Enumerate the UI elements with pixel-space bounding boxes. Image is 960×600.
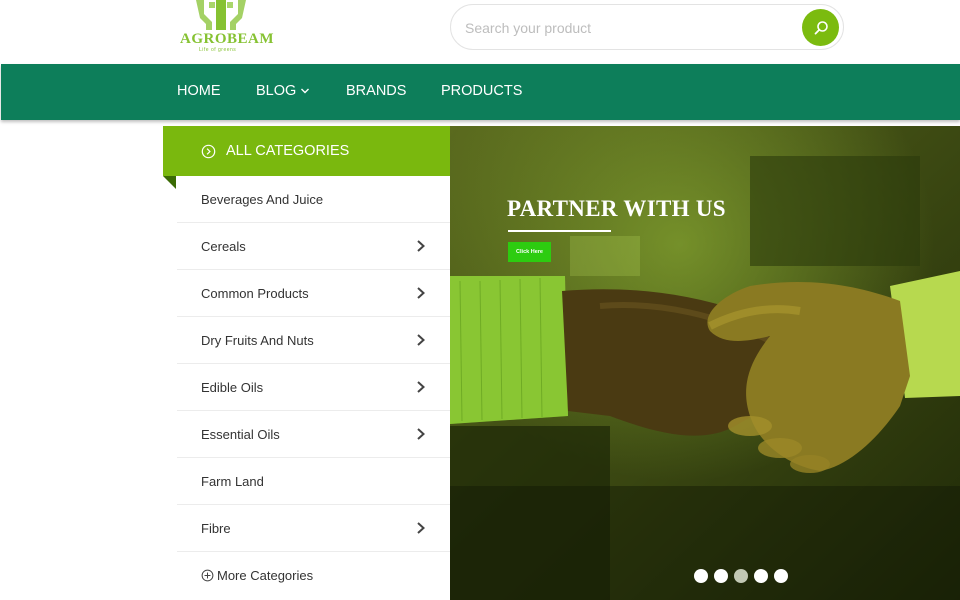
slider-dot-5[interactable] — [774, 569, 788, 583]
search-input[interactable] — [465, 16, 785, 40]
more-categories-link[interactable]: More Categories — [201, 568, 313, 583]
nav-home[interactable]: HOME — [177, 83, 221, 99]
category-item-farm-land[interactable]: Farm Land — [177, 458, 450, 505]
chevron-right-icon — [417, 334, 425, 346]
chevron-right-icon — [417, 240, 425, 252]
chevron-right-icon — [417, 428, 425, 440]
category-label: Common Products — [201, 286, 309, 301]
all-categories-label: ALL CATEGORIES — [226, 143, 350, 159]
chevron-down-icon — [301, 88, 310, 94]
category-label: Fibre — [201, 521, 231, 536]
search-bar — [450, 4, 844, 50]
slider-dot-4[interactable] — [754, 569, 768, 583]
category-item-cereals[interactable]: Cereals — [177, 223, 450, 270]
nav-products[interactable]: PRODUCTS — [441, 83, 522, 99]
circle-arrow-right-icon — [201, 144, 216, 158]
category-label: Cereals — [201, 239, 246, 254]
category-label: Dry Fruits And Nuts — [201, 333, 314, 348]
nav-brands-label: BRANDS — [346, 83, 407, 99]
chevron-right-icon — [417, 381, 425, 393]
category-label: Beverages And Juice — [201, 192, 324, 207]
nav-products-label: PRODUCTS — [441, 83, 523, 99]
nav-brands[interactable]: BRANDS — [346, 83, 406, 99]
chevron-right-icon — [417, 522, 425, 534]
slider-pagination — [694, 569, 788, 583]
slider-dot-2[interactable] — [714, 569, 728, 583]
slide-title-underline — [508, 230, 611, 232]
search-button[interactable] — [802, 9, 839, 46]
slider-dot-3-active[interactable] — [734, 569, 748, 583]
category-label: Farm Land — [201, 474, 264, 489]
category-label: Essential Oils — [201, 427, 280, 442]
category-item-dry-fruits-and-nuts[interactable]: Dry Fruits And Nuts — [177, 317, 450, 364]
category-label: Edible Oils — [201, 380, 264, 395]
slide-cta-button[interactable]: Click Here — [508, 242, 551, 262]
all-categories-toggle[interactable]: ALL CATEGORIES — [163, 126, 450, 176]
category-item-common-products[interactable]: Common Products — [177, 270, 450, 317]
main-nav: HOME BLOG BRANDS PRODUCTS — [1, 64, 960, 120]
category-item-essential-oils[interactable]: Essential Oils — [177, 411, 450, 458]
category-item-beverages-and-juice[interactable]: Beverages And Juice — [177, 176, 450, 223]
nav-blog-label: BLOG — [256, 83, 297, 99]
category-header-fold — [163, 176, 176, 189]
hero-slider[interactable]: PARTNER WITH US Click Here — [450, 126, 960, 600]
category-list: Beverages And Juice Cereals Common Produ… — [177, 176, 450, 600]
category-item-edible-oils[interactable]: Edible Oils — [177, 364, 450, 411]
search-icon — [814, 20, 828, 35]
slide-title: PARTNER WITH US — [507, 196, 726, 221]
circle-plus-icon — [201, 569, 214, 582]
slider-dot-1[interactable] — [694, 569, 708, 583]
site-header: AGROBEAM Life of greens — [0, 0, 960, 64]
nav-blog[interactable]: BLOG — [256, 83, 310, 99]
logo-text: AGROBEAM — [180, 31, 274, 47]
category-item-fibre[interactable]: Fibre — [177, 505, 450, 552]
nav-home-label: HOME — [177, 83, 221, 99]
logo-tagline: Life of greens — [199, 47, 237, 53]
chevron-right-icon — [417, 287, 425, 299]
more-categories-label: More Categories — [217, 568, 314, 583]
